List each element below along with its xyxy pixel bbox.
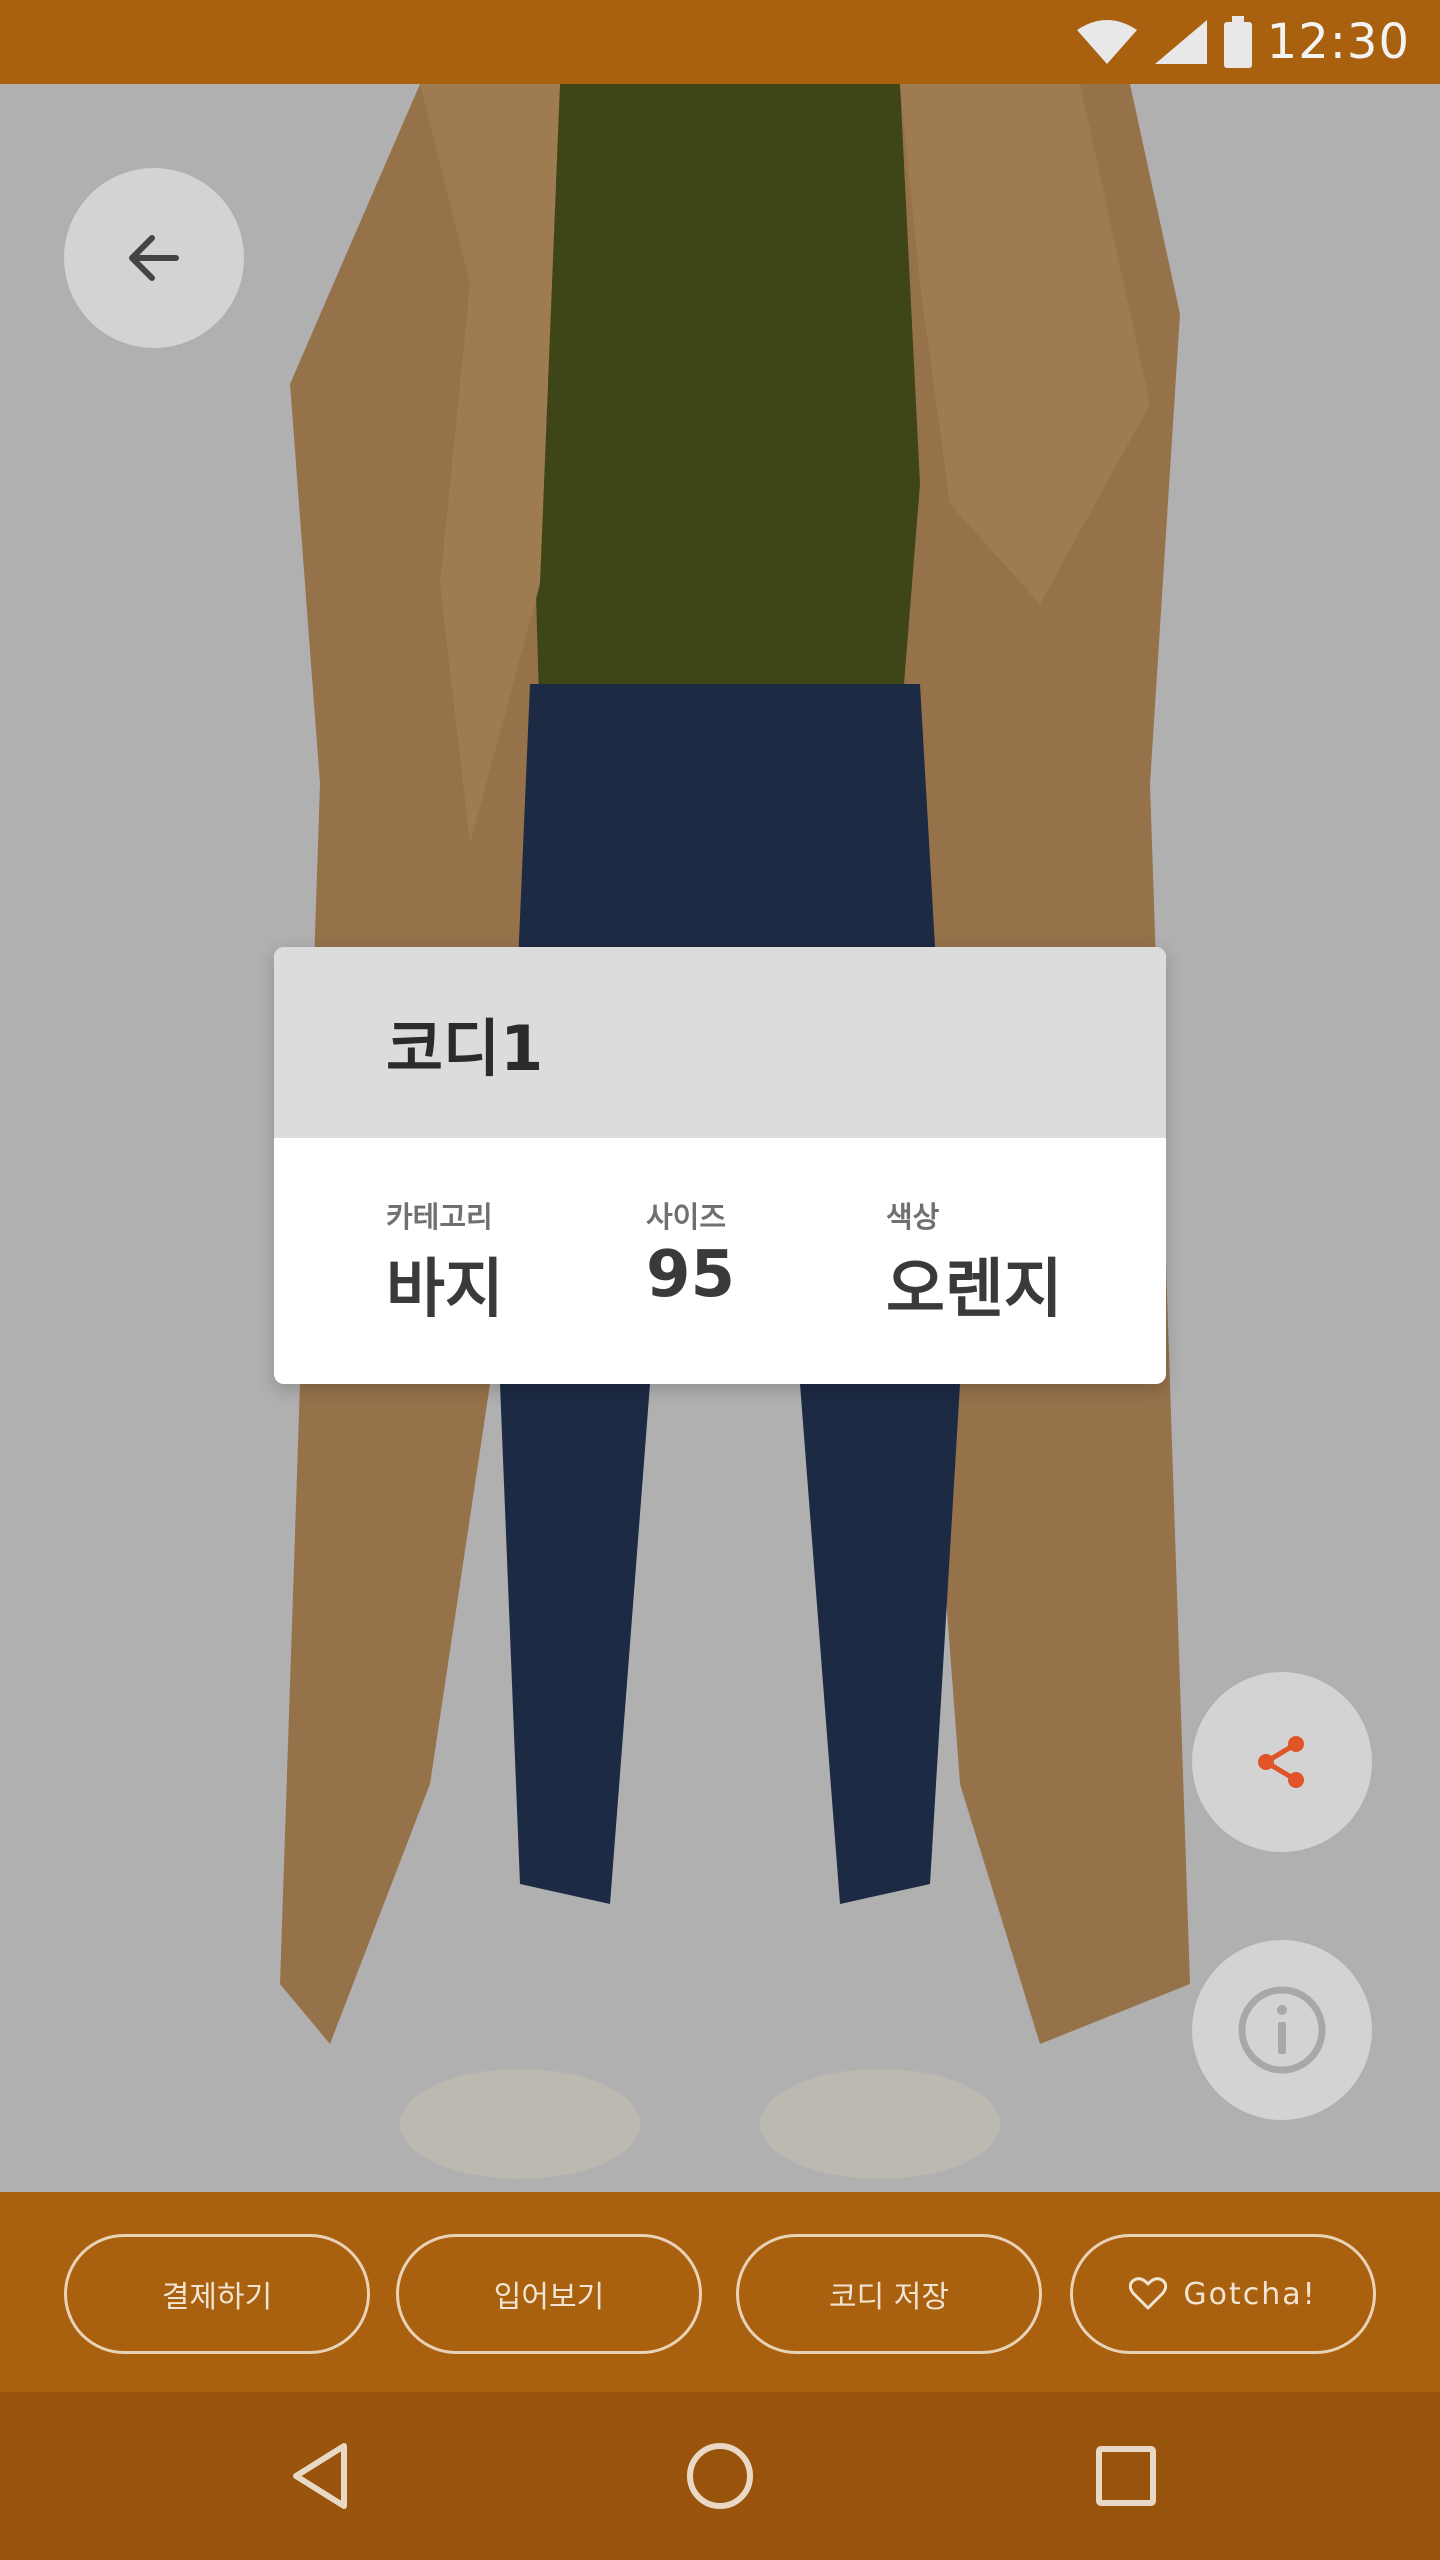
card-body: 카테고리 바지 사이즈 95 색상 오렌지 bbox=[274, 1138, 1166, 1384]
attribute-value: 95 bbox=[646, 1238, 736, 1312]
info-button[interactable] bbox=[1192, 1940, 1372, 2120]
nav-recents-button[interactable] bbox=[1074, 2424, 1178, 2528]
nav-back-icon bbox=[293, 2443, 347, 2509]
signal-icon bbox=[1154, 20, 1207, 64]
attribute-size: 사이즈 95 bbox=[646, 1194, 735, 1312]
navigation-bar bbox=[0, 2392, 1440, 2560]
attribute-label: 색상 bbox=[886, 1200, 940, 1234]
nav-home-button[interactable] bbox=[668, 2424, 772, 2528]
nav-home-icon bbox=[687, 2443, 753, 2509]
save-outfit-button-label: 코디 저장 bbox=[829, 2280, 949, 2315]
info-icon bbox=[1238, 1986, 1326, 2074]
heart-icon bbox=[1129, 2277, 1168, 2310]
card-title: 코디1 bbox=[386, 1011, 544, 1085]
attribute-color: 색상 오렌지 bbox=[886, 1194, 1063, 1330]
battery-icon bbox=[1223, 16, 1252, 68]
status-time: 12:30 bbox=[1266, 14, 1410, 70]
share-icon bbox=[1258, 1736, 1304, 1788]
nav-recents-icon bbox=[1096, 2446, 1156, 2506]
try-on-button-label: 입어보기 bbox=[493, 2280, 605, 2315]
status-bar: 12:30 bbox=[0, 0, 1440, 84]
checkout-button-label: 결제하기 bbox=[161, 2280, 273, 2315]
nav-back-button[interactable] bbox=[268, 2424, 372, 2528]
gotcha-button-label: Gotcha! bbox=[1183, 2276, 1317, 2312]
arrow-left-icon bbox=[129, 235, 179, 281]
save-outfit-button[interactable]: 코디 저장 bbox=[736, 2234, 1042, 2354]
checkout-button[interactable]: 결제하기 bbox=[64, 2234, 370, 2354]
attribute-label: 카테고리 bbox=[386, 1200, 493, 1234]
attribute-category: 카테고리 바지 bbox=[386, 1194, 504, 1330]
share-button[interactable] bbox=[1192, 1672, 1372, 1852]
outfit-info-card: 코디1 카테고리 바지 사이즈 95 색상 오렌지 bbox=[274, 947, 1166, 1384]
attribute-label: 사이즈 bbox=[646, 1200, 727, 1234]
attribute-value: 오렌지 bbox=[886, 1253, 1063, 1327]
action-bar: 결제하기 입어보기 코디 저장 Gotcha! bbox=[0, 2192, 1440, 2392]
card-header: 코디1 bbox=[274, 947, 1166, 1138]
wifi-icon bbox=[1076, 20, 1137, 64]
back-button[interactable] bbox=[64, 168, 244, 348]
attribute-value: 바지 bbox=[386, 1253, 504, 1327]
gotcha-button[interactable]: Gotcha! bbox=[1070, 2234, 1376, 2354]
try-on-button[interactable]: 입어보기 bbox=[396, 2234, 702, 2354]
